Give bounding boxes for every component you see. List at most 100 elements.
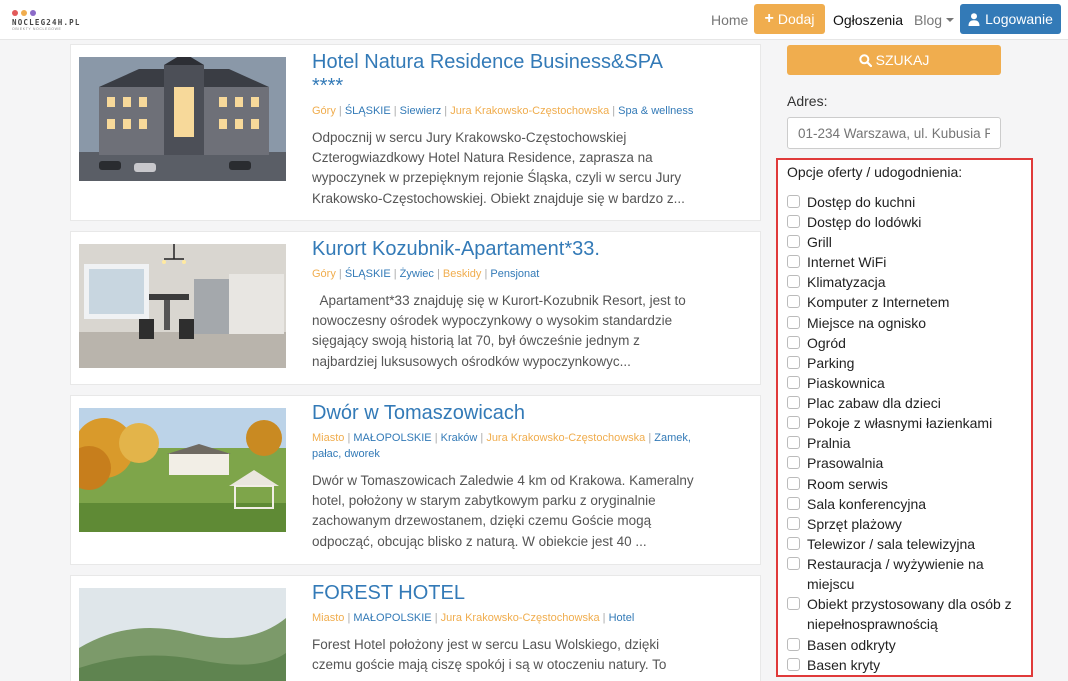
listing-tag[interactable]: Góry <box>312 105 336 117</box>
listing-title[interactable]: Kurort Kozubnik-Apartament*33. <box>312 237 732 261</box>
option-item[interactable]: Plac zabaw dla dzieci <box>787 393 1022 413</box>
listing-tag[interactable]: Żywiec <box>400 268 434 280</box>
listing-tag[interactable]: Jura Krakowsko-Częstochowska <box>486 432 645 444</box>
option-item[interactable]: Piaskownica <box>787 373 1022 393</box>
listing-tag[interactable]: Spa & wellness <box>618 105 693 117</box>
option-item[interactable]: Dostęp do lodówki <box>787 212 1022 232</box>
listing-title[interactable]: Dwór w Tomaszowicach <box>312 401 732 425</box>
nav-blog-dropdown[interactable]: Blog <box>914 12 955 28</box>
listing-tag[interactable]: Miasto <box>312 432 344 444</box>
option-label: Klimatyzacja <box>807 274 886 290</box>
listing-tag[interactable]: ŚLĄSKIE <box>345 105 391 117</box>
add-listing-button[interactable]: + Dodaj <box>754 4 825 34</box>
login-label: Logowanie <box>985 11 1053 27</box>
listing-card: Hotel Natura Residence Business&SPA ****… <box>70 44 761 221</box>
listing-tag[interactable]: MAŁOPOLSKIE <box>353 432 431 444</box>
listing-thumbnail[interactable] <box>79 244 286 368</box>
option-item[interactable]: Komputer z Internetem <box>787 292 1022 312</box>
nav-home-link[interactable]: Home <box>711 12 748 28</box>
listing-tag[interactable]: Miasto <box>312 612 344 624</box>
option-label: Parking <box>807 355 855 371</box>
option-checkbox[interactable] <box>787 295 800 308</box>
option-label: Pralnia <box>807 435 851 451</box>
listing-tag[interactable]: Siewierz <box>400 105 442 117</box>
listing-tag[interactable]: Jura Krakowsko-Częstochowska <box>441 612 600 624</box>
option-item[interactable]: Restauracja / wyżywienie na miejscu <box>787 554 1022 594</box>
caret-down-icon <box>946 18 955 22</box>
nav-listings-link[interactable]: Ogłoszenia <box>833 12 903 28</box>
option-item[interactable]: Miejsce na ognisko <box>787 313 1022 333</box>
listing-tag[interactable]: Beskidy <box>443 268 482 280</box>
option-label: Ogród <box>807 335 846 351</box>
listing-tag[interactable]: Góry <box>312 268 336 280</box>
listing-thumbnail[interactable] <box>79 57 286 181</box>
listing-tags: Miasto | MAŁOPOLSKIE | Kraków | Jura Kra… <box>312 432 691 460</box>
option-label: Grill <box>807 234 832 250</box>
listing-thumbnail[interactable] <box>79 588 286 681</box>
listing-tags: Góry | ŚLĄSKIE | Siewierz | Jura Krakows… <box>312 105 694 117</box>
option-label: Sprzęt plażowy <box>807 516 902 532</box>
option-item[interactable]: Sprzęt plażowy <box>787 514 1022 534</box>
option-checkbox[interactable] <box>787 557 800 570</box>
option-label: Pokoje z własnymi łazienkami <box>807 415 993 431</box>
listing-tag[interactable]: MAŁOPOLSKIE <box>353 612 431 624</box>
option-checkbox[interactable] <box>787 316 800 329</box>
listing-card: Dwór w Tomaszowicach Miasto | MAŁOPOLSKI… <box>70 395 761 565</box>
option-checkbox[interactable] <box>787 517 800 530</box>
option-item[interactable]: Parking <box>787 353 1022 373</box>
listing-tag[interactable]: Kraków <box>441 432 478 444</box>
listing-title[interactable]: FOREST HOTEL <box>312 581 732 605</box>
listing-title-link[interactable]: Hotel Natura Residence Business&SPA **** <box>312 50 732 98</box>
listing-tag[interactable]: Pensjonat <box>490 268 539 280</box>
listing-tag[interactable]: Hotel <box>609 612 635 624</box>
address-input[interactable] <box>787 117 1001 149</box>
option-checkbox[interactable] <box>787 396 800 409</box>
option-checkbox[interactable] <box>787 235 800 248</box>
option-checkbox[interactable] <box>787 597 800 610</box>
option-item[interactable]: Klimatyzacja <box>787 272 1022 292</box>
option-checkbox[interactable] <box>787 436 800 449</box>
option-checkbox[interactable] <box>787 658 800 671</box>
listing-card: FOREST HOTEL Miasto | MAŁOPOLSKIE | Jura… <box>70 575 761 681</box>
option-label: Internet WiFi <box>807 254 887 270</box>
search-button-label: SZUKAJ <box>875 52 930 68</box>
option-label: Piaskownica <box>807 375 885 391</box>
option-item[interactable]: Obiekt przystosowany dla osób z niepełno… <box>787 594 1022 634</box>
option-checkbox[interactable] <box>787 195 800 208</box>
option-item[interactable]: Sala konferencyjna <box>787 494 1022 514</box>
option-checkbox[interactable] <box>787 275 800 288</box>
option-checkbox[interactable] <box>787 215 800 228</box>
listing-tag[interactable]: Jura Krakowsko-Częstochowska <box>450 105 609 117</box>
option-checkbox[interactable] <box>787 497 800 510</box>
option-item[interactable]: Telewizor / sala telewizyjna <box>787 534 1022 554</box>
option-item[interactable]: Internet WiFi <box>787 252 1022 272</box>
option-checkbox[interactable] <box>787 376 800 389</box>
option-checkbox[interactable] <box>787 456 800 469</box>
option-label: Miejsce na ognisko <box>807 315 927 331</box>
option-label: Plac zabaw dla dzieci <box>807 395 941 411</box>
option-item[interactable]: Prasowalnia <box>787 453 1022 473</box>
option-checkbox[interactable] <box>787 336 800 349</box>
option-checkbox[interactable] <box>787 477 800 490</box>
site-logo[interactable]: NOCLEG24H.PL OBIEKTY NOCLEGOWE <box>12 10 102 32</box>
listing-tag[interactable]: ŚLĄSKIE <box>345 268 391 280</box>
option-checkbox[interactable] <box>787 537 800 550</box>
option-checkbox[interactable] <box>787 356 800 369</box>
option-item[interactable]: Pokoje z własnymi łazienkami <box>787 413 1022 433</box>
option-item[interactable]: Dostęp do kuchni <box>787 192 1022 212</box>
option-checkbox[interactable] <box>787 638 800 651</box>
login-button[interactable]: Logowanie <box>960 4 1061 34</box>
listing-description: Forest Hotel położony jest w sercu Lasu … <box>312 637 667 673</box>
option-item[interactable]: Pralnia <box>787 433 1022 453</box>
option-label: Basen odkryty <box>807 637 896 653</box>
option-checkbox[interactable] <box>787 416 800 429</box>
option-item[interactable]: Basen odkryty <box>787 635 1022 655</box>
option-item[interactable]: Basen kryty <box>787 655 1022 675</box>
option-item[interactable]: Room serwis <box>787 474 1022 494</box>
search-button[interactable]: SZUKAJ <box>787 45 1001 75</box>
listing-thumbnail[interactable] <box>79 408 286 532</box>
option-item[interactable]: Grill <box>787 232 1022 252</box>
option-checkbox[interactable] <box>787 255 800 268</box>
option-item[interactable]: Ogród <box>787 333 1022 353</box>
add-listing-label: Dodaj <box>777 11 815 27</box>
